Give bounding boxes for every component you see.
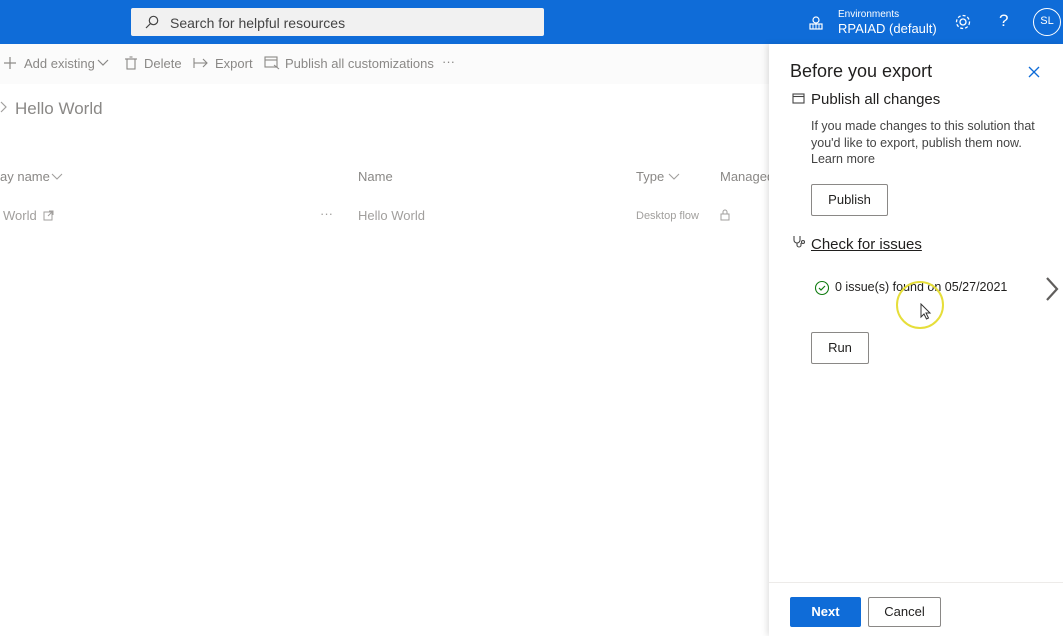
check-for-issues-link[interactable]: Check for issues	[811, 236, 922, 253]
publish-section-heading: Publish all changes	[811, 91, 941, 108]
chevron-down-icon[interactable]	[97, 58, 109, 68]
publish-button[interactable]: Publish	[811, 184, 888, 216]
export-button[interactable]: Export	[215, 56, 253, 71]
close-icon[interactable]	[1028, 66, 1040, 78]
publish-icon	[264, 56, 280, 70]
publish-section-description: If you made changes to this solution tha…	[811, 118, 1043, 168]
run-button[interactable]: Run	[811, 332, 869, 364]
panel-footer-divider	[769, 582, 1063, 583]
avatar[interactable]: SL	[1033, 8, 1061, 36]
check-circle-icon	[814, 280, 830, 296]
chevron-down-icon[interactable]	[668, 172, 680, 181]
open-external-icon[interactable]	[43, 210, 54, 221]
panel-title: Before you export	[790, 61, 933, 81]
publish-all-customizations-button[interactable]: Publish all customizations	[285, 56, 434, 71]
environment-label: Environments	[838, 9, 900, 20]
next-button[interactable]: Next	[790, 597, 861, 627]
row-type: Desktop flow	[636, 210, 699, 222]
mouse-pointer-icon	[920, 303, 932, 320]
plus-icon	[4, 57, 16, 69]
export-panel: Before you export Publish all changes If…	[769, 44, 1063, 636]
column-header-display-name[interactable]: ay name	[0, 169, 50, 184]
page-title: Hello World	[15, 99, 103, 118]
search-icon	[145, 15, 159, 29]
search-box[interactable]: Search for helpful resources	[131, 8, 544, 36]
more-commands-button[interactable]: ···	[442, 54, 455, 69]
chevron-right-icon	[0, 101, 7, 113]
environment-icon	[809, 16, 823, 30]
row-display-name-link[interactable]: World	[3, 208, 37, 223]
export-arrow-icon	[193, 58, 208, 68]
row-name: Hello World	[358, 208, 425, 223]
publish-description-text: If you made changes to this solution tha…	[811, 119, 1035, 150]
row-more-button[interactable]: ···	[320, 206, 333, 221]
column-header-name[interactable]: Name	[358, 169, 393, 184]
help-icon[interactable]: ?	[999, 11, 1008, 31]
delete-button[interactable]: Delete	[144, 56, 182, 71]
stethoscope-icon	[793, 236, 806, 248]
chevron-down-icon[interactable]	[51, 172, 63, 181]
lock-icon	[720, 209, 730, 221]
learn-more-link[interactable]: Learn more	[811, 151, 1043, 168]
top-bar: Search for helpful resources Environment…	[0, 0, 1063, 44]
command-bar: Add existing Delete Export Publish all c…	[0, 44, 769, 84]
environment-selector[interactable]: RPAIAD (default)	[838, 21, 937, 36]
chevron-right-icon[interactable]	[1043, 276, 1061, 302]
gear-icon[interactable]	[954, 13, 972, 31]
column-header-type[interactable]: Type	[636, 169, 664, 184]
cancel-button[interactable]: Cancel	[868, 597, 941, 627]
search-placeholder: Search for helpful resources	[170, 15, 346, 31]
column-header-managed[interactable]: Managed	[720, 169, 774, 184]
trash-icon	[125, 56, 137, 70]
add-existing-button[interactable]: Add existing	[24, 56, 95, 71]
publish-icon	[792, 93, 805, 104]
